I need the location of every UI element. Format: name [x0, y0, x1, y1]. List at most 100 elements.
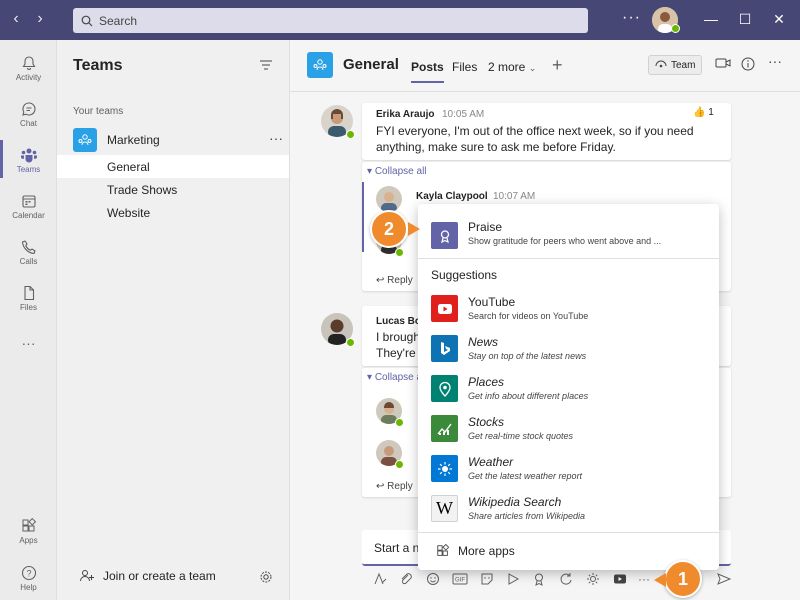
rail-label: Calendar	[12, 210, 45, 220]
presence-icon	[395, 248, 404, 257]
minimize-icon[interactable]: —	[702, 11, 720, 27]
reply-label: Reply	[387, 481, 413, 492]
message-line: anything, make sure to ask me before Fri…	[376, 140, 616, 154]
title-bar: ‹ › Search ··· — ☐ ✕	[0, 0, 800, 40]
youtube-icon[interactable]	[612, 571, 628, 587]
collapse-all-link[interactable]: ▾ Collapse all	[367, 166, 427, 177]
tab-more[interactable]: 2 more ⌄	[488, 60, 536, 74]
app-item-places[interactable]: Places Get info about different places	[418, 369, 719, 409]
app-item-wikipedia[interactable]: W Wikipedia Search Share articles from W…	[418, 489, 719, 529]
forward-icon[interactable]: ›	[30, 10, 50, 28]
tab-files[interactable]: Files	[452, 60, 477, 74]
teams-icon	[19, 145, 39, 165]
app-name: Stocks	[468, 415, 505, 429]
gear-icon[interactable]	[259, 570, 273, 587]
channel-title: General	[343, 56, 399, 73]
rail-item-help[interactable]: ? Help	[0, 554, 57, 600]
presence-icon	[395, 460, 404, 469]
app-desc: Search for videos on YouTube	[468, 311, 589, 321]
youtube-icon	[431, 295, 458, 322]
video-icon[interactable]	[715, 57, 731, 72]
rail-item-chat[interactable]: Chat	[0, 90, 57, 136]
team-item-marketing[interactable]: Marketing ···	[73, 128, 283, 152]
step-arrow-1	[654, 573, 666, 587]
collapse-label: Collapse a	[374, 372, 423, 383]
sun-icon	[431, 455, 458, 482]
divider	[418, 258, 719, 259]
more-apps-icon[interactable]: ···	[636, 571, 652, 587]
app-item-news[interactable]: News Stay on top of the latest news	[418, 329, 719, 369]
collapse-label: Collapse all	[374, 166, 427, 177]
maximize-icon[interactable]: ☐	[736, 11, 754, 28]
message-line: They're i	[376, 346, 422, 360]
collapse-all-link[interactable]: ▾ Collapse a	[367, 372, 422, 383]
app-name: Places	[468, 375, 505, 389]
app-desc: Show gratitude for peers who went above …	[468, 236, 662, 246]
svg-text:?: ?	[26, 568, 31, 578]
app-item-weather[interactable]: Weather Get the latest weather report	[418, 449, 719, 489]
meet-now-icon[interactable]	[505, 571, 521, 587]
filter-icon[interactable]	[259, 59, 273, 74]
praise-icon[interactable]	[531, 571, 547, 587]
team-name: Marketing	[107, 133, 160, 147]
rail-label: Chat	[20, 118, 37, 128]
rail-item-apps[interactable]: Apps	[0, 507, 57, 553]
presence-icon	[671, 24, 680, 33]
search-icon	[81, 15, 93, 26]
send-icon[interactable]	[716, 571, 732, 587]
reply-button[interactable]: ↩ Reply	[376, 275, 413, 286]
app-item-stocks[interactable]: Stocks Get real-time stock quotes	[418, 409, 719, 449]
reaction[interactable]: 👍 1	[693, 107, 714, 118]
search-input[interactable]: Search	[73, 8, 588, 33]
channel-general[interactable]: General	[57, 155, 289, 178]
app-desc: Get info about different places	[468, 391, 589, 401]
emoji-icon[interactable]	[425, 571, 441, 587]
add-tab-icon[interactable]: +	[552, 55, 563, 76]
rail-item-teams[interactable]: Teams	[0, 136, 57, 182]
messaging-extensions-menu: Praise Show gratitude for peers who went…	[418, 204, 719, 570]
rail-item-files[interactable]: Files	[0, 274, 57, 320]
team-button[interactable]: Team	[648, 55, 703, 75]
app-item-youtube[interactable]: YouTube Search for videos on YouTube	[418, 289, 719, 329]
gif-icon[interactable]: GIF	[452, 571, 468, 587]
close-icon[interactable]: ✕	[770, 11, 788, 28]
app-item-praise[interactable]: Praise Show gratitude for peers who went…	[418, 216, 719, 256]
more-icon: ···	[21, 335, 36, 351]
tab-more-label: 2 more	[488, 60, 526, 74]
reply-button[interactable]: ↩ Reply	[376, 481, 413, 492]
chat-icon	[19, 99, 39, 119]
more-options-icon[interactable]: ···	[768, 53, 782, 69]
search-placeholder: Search	[99, 13, 138, 28]
sticker-icon[interactable]	[479, 571, 495, 587]
rail-item-calendar[interactable]: Calendar	[0, 182, 57, 228]
message-author: Lucas Bo	[376, 316, 422, 327]
team-button-label: Team	[671, 59, 696, 71]
divider	[418, 532, 719, 533]
channel-trade-shows[interactable]: Trade Shows	[57, 178, 289, 201]
panel-title: Teams	[73, 57, 123, 74]
phone-icon	[19, 237, 39, 257]
back-icon[interactable]: ‹	[6, 10, 26, 28]
team-more-icon[interactable]: ···	[269, 130, 283, 146]
loop-icon[interactable]	[558, 571, 574, 587]
avatar[interactable]	[376, 186, 402, 212]
eye-icon	[655, 60, 667, 68]
channel-website[interactable]: Website	[57, 201, 289, 224]
thread-indicator	[362, 182, 364, 252]
format-icon[interactable]	[372, 571, 388, 587]
rail-item-more[interactable]: ···	[0, 320, 57, 366]
more-options-icon[interactable]: ···	[622, 9, 641, 27]
step-callout-1: 1	[664, 560, 702, 598]
suggestions-label: Suggestions	[431, 268, 498, 282]
app-desc: Get real-time stock quotes	[468, 431, 574, 441]
channel-logo-icon	[307, 52, 333, 78]
tab-posts[interactable]: Posts	[411, 60, 444, 83]
more-apps-button[interactable]: More apps	[436, 544, 515, 558]
rail-label: Calls	[19, 256, 38, 266]
rail-item-calls[interactable]: Calls	[0, 228, 57, 274]
attach-icon[interactable]	[398, 571, 414, 587]
info-icon[interactable]	[741, 57, 755, 74]
rail-item-activity[interactable]: Activity	[0, 44, 57, 90]
join-create-team-button[interactable]: Join or create a team	[79, 569, 279, 583]
sun-icon[interactable]	[585, 571, 601, 587]
